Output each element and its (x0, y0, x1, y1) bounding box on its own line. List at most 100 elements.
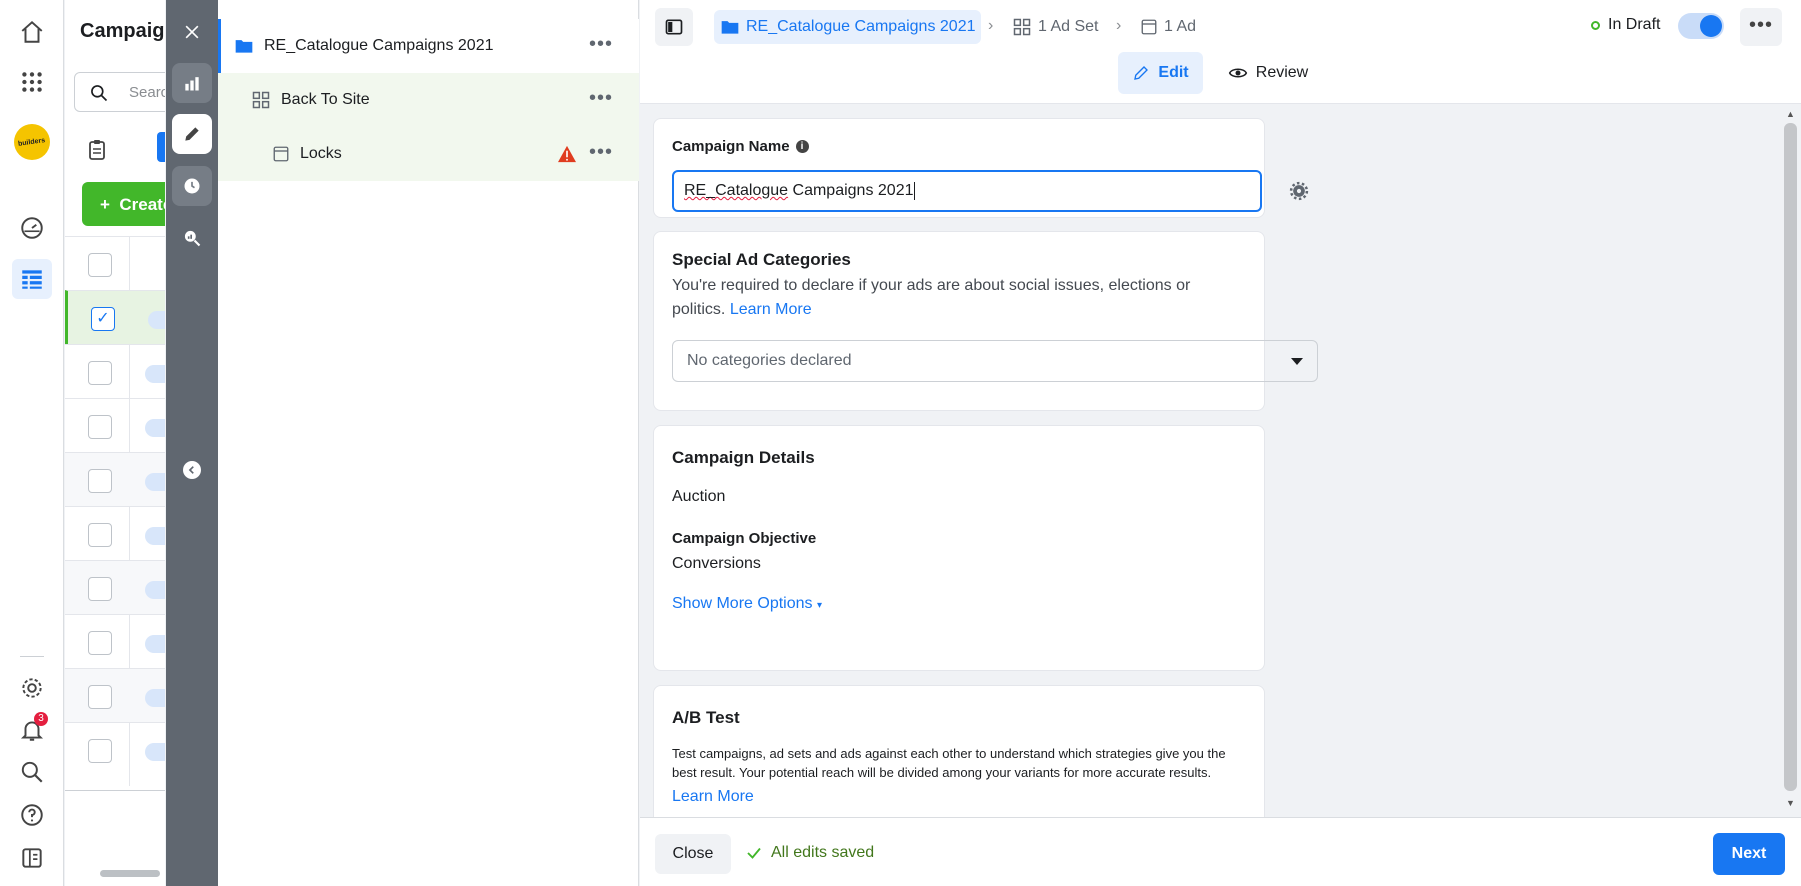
special-ad-categories-card: Special Ad Categories You're required to… (653, 231, 1318, 411)
pencil-icon (1134, 66, 1149, 80)
special-categories-select[interactable]: No categories declared (672, 340, 1318, 382)
notifications-bell-icon[interactable]: 3 (12, 710, 52, 750)
tree-item-ad-set[interactable]: Back To Site ••• (218, 73, 639, 127)
campaign-name-label: Campaign Name i (672, 138, 809, 155)
table-row[interactable] (65, 614, 165, 668)
more-options-icon[interactable]: ••• (1740, 8, 1782, 46)
search-icon (91, 85, 108, 102)
status-toggle[interactable] (145, 527, 165, 545)
row-checkbox[interactable] (88, 739, 112, 763)
help-icon[interactable] (12, 795, 52, 835)
row-checkbox[interactable] (88, 577, 112, 601)
objective-value: Conversions (672, 555, 761, 572)
more-options-icon[interactable]: ••• (589, 88, 613, 108)
settings-gear-icon[interactable] (12, 668, 52, 708)
ads-manager-table-icon[interactable] (12, 259, 52, 299)
row-checkbox[interactable] (88, 361, 112, 385)
row-checkbox[interactable] (88, 415, 112, 439)
status-toggle[interactable] (145, 689, 165, 707)
breadcrumb-ad[interactable]: 1 Ad (1140, 10, 1196, 44)
row-checkbox[interactable] (88, 523, 112, 547)
next-button[interactable]: Next (1713, 833, 1785, 875)
history-clock-icon[interactable] (172, 166, 212, 206)
learn-more-link[interactable]: Learn More (672, 788, 1246, 806)
edit-mode-tab[interactable]: Edit (1118, 52, 1203, 94)
section-title: Campaign Details (672, 448, 815, 467)
home-icon[interactable] (12, 12, 52, 52)
scroll-down-arrow-icon[interactable]: ▼ (1786, 798, 1795, 808)
close-button[interactable]: Close (655, 834, 731, 874)
campaign-name-input[interactable]: RE_Catalogue Campaigns 2021 (672, 170, 1262, 212)
editor-main-content: Campaign Name i RE_Catalogue Campaigns 2… (640, 105, 1801, 817)
bar-chart-icon[interactable] (172, 63, 212, 103)
ad-icon (1141, 19, 1157, 35)
report-icon[interactable] (12, 838, 52, 878)
breadcrumb-chevron-icon: › (1116, 17, 1122, 34)
buying-type-value: Auction (672, 488, 726, 505)
status-toggle[interactable] (145, 581, 165, 599)
campaigns-list-panel: Campaigns Search + Create ✓ (65, 0, 165, 886)
objective-label: Campaign Objective (672, 530, 817, 547)
more-options-icon[interactable]: ••• (589, 34, 613, 54)
status-toggle[interactable] (148, 311, 165, 329)
row-checkbox[interactable] (88, 253, 112, 277)
row-checkbox[interactable] (88, 685, 112, 709)
scroll-up-arrow-icon[interactable]: ▲ (1786, 109, 1795, 119)
campaign-tree-panel: RE_Catalogue Campaigns 2021 ••• Back To … (218, 0, 718, 886)
horizontal-scrollbar[interactable] (100, 870, 160, 877)
dashboard-gauge-icon[interactable] (12, 208, 52, 248)
scrollbar-thumb[interactable] (1784, 123, 1797, 791)
tree-item-campaign[interactable]: RE_Catalogue Campaigns 2021 ••• (218, 19, 639, 73)
table-row[interactable] (65, 668, 165, 722)
campaign-details-card: Campaign Details Auction Campaign Object… (653, 425, 1265, 671)
clipboard-tab-icon[interactable] (82, 132, 112, 168)
status-toggle[interactable] (145, 635, 165, 653)
section-title: A/B Test (672, 708, 740, 727)
campaign-name-card: Campaign Name i RE_Catalogue Campaigns 2… (653, 118, 1322, 218)
learn-more-link[interactable]: Learn More (730, 301, 812, 318)
search-chart-icon[interactable] (172, 218, 212, 258)
show-more-options-link[interactable]: Show More Options ▾ (672, 595, 1246, 613)
collapse-chevron-icon[interactable] (183, 461, 201, 479)
vertical-scrollbar[interactable]: ▲ ▼ (1780, 105, 1801, 817)
brand-logo: builders (14, 124, 50, 160)
account-avatar[interactable]: builders (12, 122, 52, 162)
warning-icon (558, 145, 576, 163)
table-row[interactable] (65, 236, 165, 290)
editor-side-toolbar (166, 0, 218, 886)
campaign-on-off-toggle[interactable] (1678, 13, 1724, 39)
close-icon[interactable] (172, 12, 212, 52)
row-checkbox[interactable] (88, 631, 112, 655)
status-toggle[interactable] (145, 743, 165, 761)
rail-divider (20, 656, 44, 657)
campaigns-tab[interactable] (157, 132, 165, 162)
tree-item-ad[interactable]: Locks ••• (218, 127, 639, 181)
create-button[interactable]: + Create (82, 182, 165, 226)
table-row[interactable] (65, 452, 165, 506)
table-row[interactable] (65, 722, 165, 776)
info-icon[interactable]: i (795, 140, 809, 153)
table-row[interactable] (65, 344, 165, 398)
pencil-edit-icon[interactable] (172, 114, 212, 154)
more-options-icon[interactable]: ••• (589, 142, 613, 162)
table-row[interactable] (65, 560, 165, 614)
toggle-panel-icon[interactable] (655, 8, 693, 46)
name-settings-gear-icon[interactable] (1276, 170, 1322, 212)
save-status: All edits saved (745, 844, 874, 862)
search-icon[interactable] (12, 752, 52, 792)
table-row[interactable] (65, 506, 165, 560)
table-bottom-border (65, 790, 165, 791)
row-checkbox[interactable]: ✓ (91, 307, 115, 331)
row-checkbox[interactable] (88, 469, 112, 493)
apps-grid-icon[interactable] (12, 62, 52, 102)
status-toggle[interactable] (145, 365, 165, 383)
table-row[interactable] (65, 398, 165, 452)
section-title: Special Ad Categories (672, 250, 851, 269)
review-mode-tab[interactable]: Review (1218, 52, 1318, 94)
status-toggle[interactable] (145, 419, 165, 437)
campaigns-search-input[interactable]: Search (74, 72, 165, 112)
table-row[interactable]: ✓ (65, 290, 165, 344)
status-toggle[interactable] (145, 473, 165, 491)
breadcrumb-ad-set[interactable]: 1 Ad Set (1012, 10, 1099, 44)
breadcrumb-campaign[interactable]: RE_Catalogue Campaigns 2021 (714, 10, 982, 44)
